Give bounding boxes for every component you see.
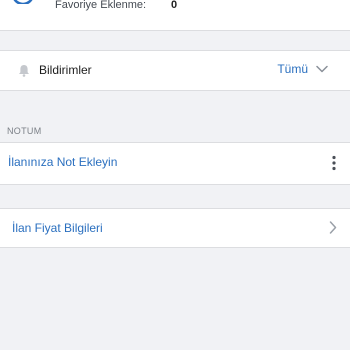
add-note-row[interactable]: İlanınıza Not Ekleyin — [0, 142, 350, 185]
favorites-count-value: 0 — [171, 0, 178, 11]
more-vertical-icon[interactable] — [331, 155, 337, 171]
stats-progress-ring-icon — [13, 0, 33, 4]
add-note-link[interactable]: İlanınıza Not Ekleyin — [8, 155, 117, 169]
price-info-link[interactable]: İlan Fiyat Bilgileri — [12, 221, 103, 235]
notifications-label: Bildirimler — [39, 63, 92, 77]
notification-filter-value[interactable]: Tümü — [277, 62, 308, 76]
listing-detail-screen: Favoriye Eklenme: 0 Bildirimler Tümü NOT… — [0, 0, 350, 350]
chevron-down-icon[interactable] — [316, 65, 328, 73]
notes-section-title: NOTUM — [7, 126, 42, 136]
chevron-right-icon[interactable] — [329, 221, 337, 234]
bell-icon — [19, 65, 29, 77]
price-info-row[interactable]: İlan Fiyat Bilgileri — [0, 208, 350, 248]
listing-stats-card: Favoriye Eklenme: 0 — [0, 0, 350, 31]
notification-filter-dropdown[interactable]: Tümü — [277, 62, 328, 76]
favorites-count-label: Favoriye Eklenme: — [55, 0, 147, 11]
notifications-row: Bildirimler Tümü — [0, 50, 350, 91]
